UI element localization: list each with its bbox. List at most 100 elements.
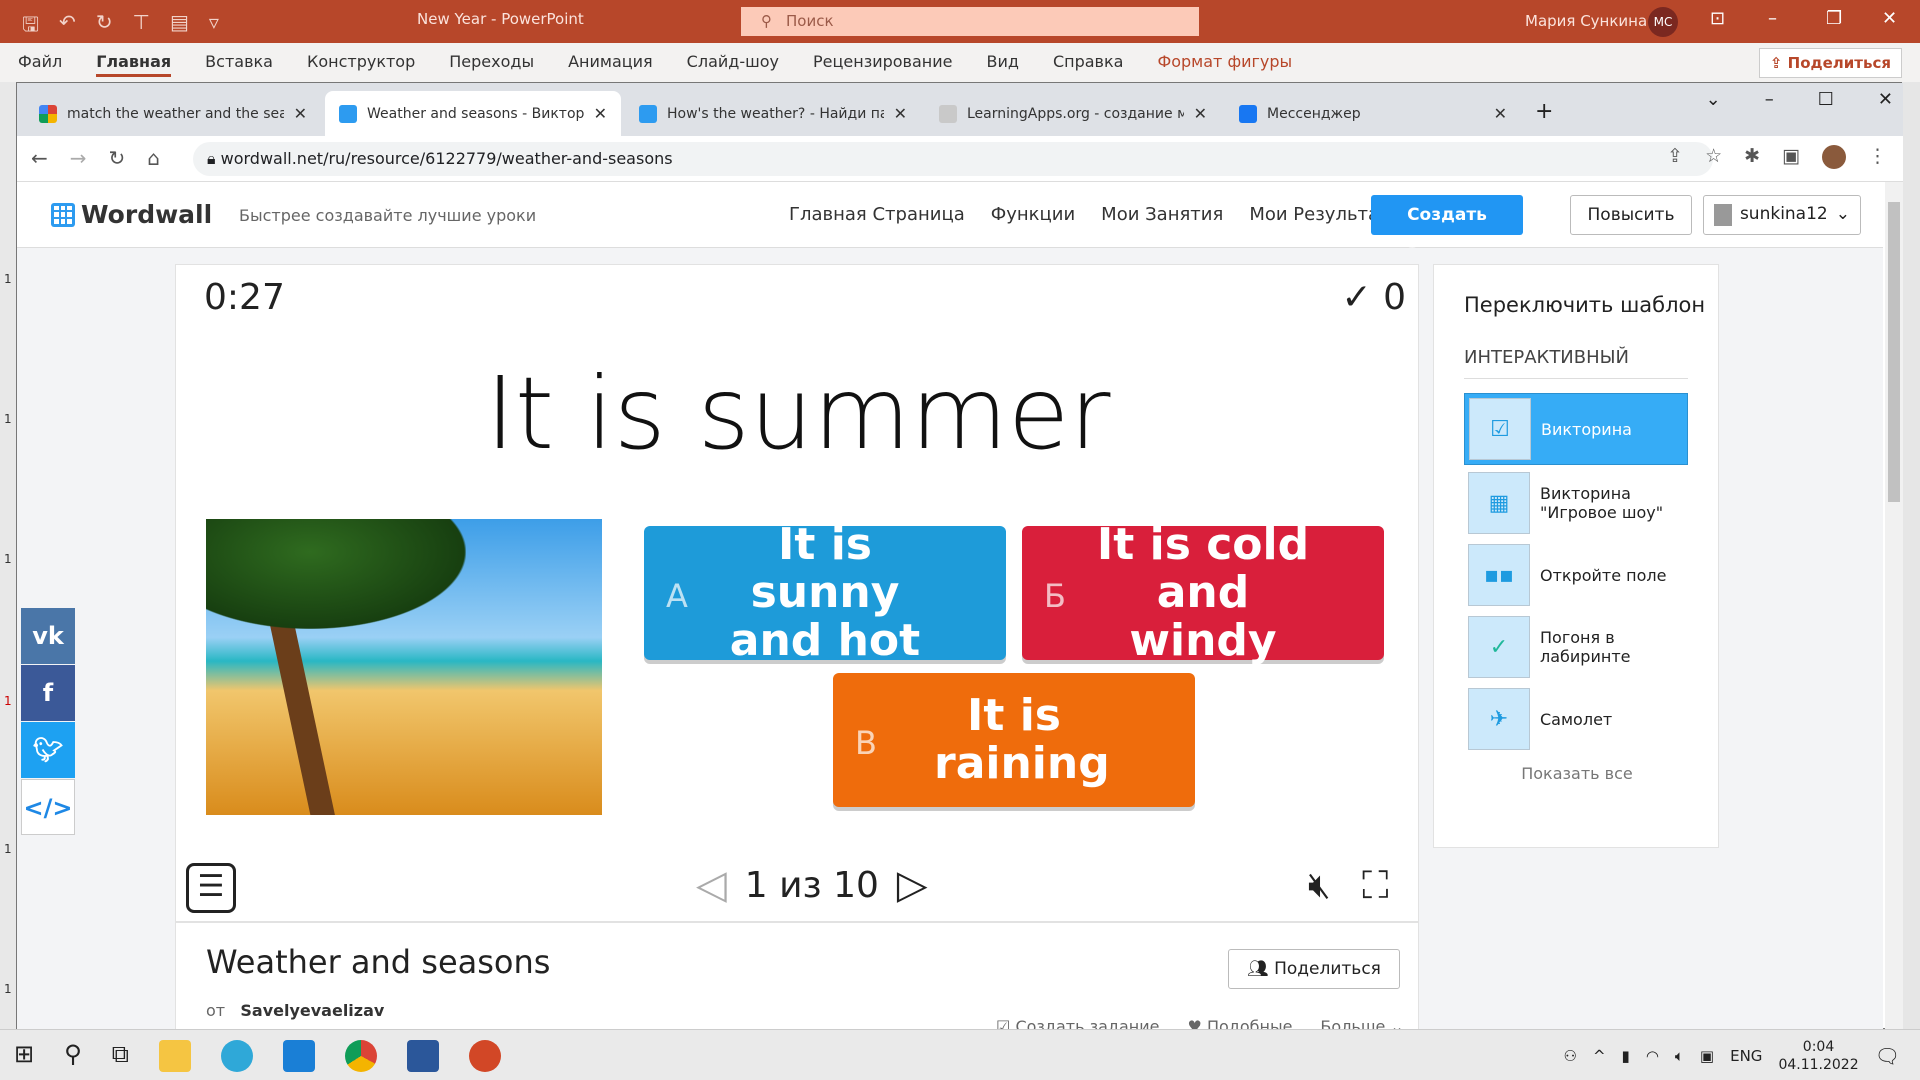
show-all-link[interactable]: Показать все: [1434, 764, 1720, 783]
template-quiz[interactable]: ☑ Викторина: [1464, 393, 1688, 465]
wifi-icon[interactable]: ◠: [1646, 1047, 1659, 1065]
language-indicator[interactable]: ENG: [1730, 1047, 1762, 1065]
create-activity-button[interactable]: Создать Занятие: [1371, 195, 1523, 265]
user-menu-button[interactable]: sunkina12 ⌄: [1703, 195, 1861, 235]
mail-icon[interactable]: [282, 1040, 315, 1072]
back-icon[interactable]: ←: [31, 146, 48, 170]
redo-icon[interactable]: ↻: [96, 10, 113, 44]
ribbon-tab[interactable]: Вставка: [205, 52, 273, 77]
forward-icon[interactable]: →: [70, 146, 87, 170]
minimize-icon[interactable]: –: [1765, 89, 1774, 110]
scrollbar[interactable]: [1885, 182, 1903, 1030]
chrome-icon[interactable]: [344, 1040, 377, 1072]
close-tab-icon[interactable]: ✕: [294, 104, 307, 123]
browser-tab[interactable]: How's the weather? - Найди пар ✕: [625, 91, 921, 136]
share-button[interactable]: 👥︎ Поделиться: [1228, 949, 1400, 989]
answer-a-button[interactable]: A It is sunny and hot: [644, 521, 1006, 665]
tray-chevron-icon[interactable]: ^: [1593, 1047, 1606, 1065]
template-gameshow-quiz[interactable]: ▦ Викторина "Игровое шоу": [1464, 467, 1688, 539]
scrollbar-thumb[interactable]: [1888, 202, 1900, 502]
nav-features[interactable]: Функции: [991, 204, 1075, 225]
minimize-icon[interactable]: –: [1768, 8, 1777, 29]
upgrade-button[interactable]: Повысить: [1570, 195, 1692, 235]
answer-c-button[interactable]: В It is raining: [833, 673, 1195, 807]
ribbon-tab[interactable]: Справка: [1053, 52, 1124, 77]
word-icon[interactable]: [406, 1040, 439, 1072]
file-explorer-icon[interactable]: [158, 1040, 191, 1072]
ribbon-tab[interactable]: Переходы: [449, 52, 534, 77]
side-panel-icon[interactable]: ▣: [1782, 145, 1800, 169]
save-icon[interactable]: 🖫: [22, 10, 39, 44]
ribbon-display-icon[interactable]: ⊡: [1710, 8, 1725, 29]
edge-icon[interactable]: [220, 1040, 253, 1072]
wordwall-logo[interactable]: Wordwall: [51, 200, 212, 229]
template-label: Самолет: [1540, 709, 1613, 729]
switch-template-panel: Переключить шаблон ИНТЕРАКТИВНЫЙ ☑ Виктор…: [1433, 264, 1719, 848]
twitter-share-button[interactable]: 🐦︎: [21, 722, 75, 778]
ribbon-tab[interactable]: Формат фигуры: [1157, 52, 1292, 77]
share-button[interactable]: ⇪ Поделиться: [1758, 48, 1902, 78]
tab-search-icon[interactable]: ⌄: [1706, 89, 1721, 110]
undo-icon[interactable]: ↶: [59, 10, 76, 44]
customize-icon[interactable]: ▿: [209, 10, 219, 44]
search-icon[interactable]: ⚲: [64, 1040, 82, 1072]
share-page-icon[interactable]: ⇪: [1667, 145, 1683, 169]
close-tab-icon[interactable]: ✕: [894, 104, 907, 123]
maximize-icon[interactable]: ☐: [1818, 89, 1834, 110]
slideshow-icon[interactable]: ⊤: [133, 10, 150, 44]
powerpoint-icon[interactable]: [468, 1040, 501, 1072]
browser-tab[interactable]: LearningApps.org - создание му ✕: [925, 91, 1221, 136]
url-bar[interactable]: 🔒︎ wordwall.net/ru/resource/6122779/weat…: [193, 142, 1713, 176]
menu-icon[interactable]: ☰: [186, 863, 236, 913]
close-icon[interactable]: ✕: [1878, 89, 1893, 110]
embed-button[interactable]: </>: [21, 779, 75, 835]
people-icon[interactable]: ⚇: [1564, 1047, 1577, 1065]
ribbon-tab[interactable]: Вид: [987, 52, 1019, 77]
browser-tab[interactable]: Weather and seasons - Викторин ✕: [325, 91, 621, 136]
answer-b-button[interactable]: Б It is cold and windy: [1022, 521, 1384, 665]
facebook-share-button[interactable]: f: [21, 665, 75, 721]
next-icon[interactable]: ▷: [897, 862, 928, 908]
template-airplane[interactable]: ✈ Самолет: [1464, 683, 1688, 755]
restore-icon[interactable]: ❐: [1826, 8, 1842, 29]
reload-icon[interactable]: ↻: [109, 146, 126, 170]
ribbon-tab[interactable]: Главная: [96, 52, 172, 77]
extensions-icon[interactable]: ✱: [1744, 145, 1760, 169]
clock[interactable]: 0:04 04.11.2022: [1778, 1038, 1858, 1074]
battery-icon[interactable]: ▮: [1622, 1047, 1630, 1065]
browser-tab[interactable]: match the weather and the seaso ✕: [25, 91, 321, 136]
menu-icon[interactable]: ⋮: [1868, 145, 1887, 169]
close-tab-icon[interactable]: ✕: [594, 104, 607, 123]
nav-my-activities[interactable]: Мои Занятия: [1101, 204, 1223, 225]
avatar[interactable]: МС: [1648, 7, 1678, 37]
fullscreen-icon[interactable]: ⛶: [1362, 863, 1389, 908]
close-tab-icon[interactable]: ✕: [1194, 104, 1207, 123]
new-tab-button[interactable]: +: [1535, 99, 1553, 124]
vk-share-button[interactable]: vk: [21, 608, 75, 664]
meet-icon[interactable]: ▣: [1700, 1047, 1714, 1065]
ribbon-tab[interactable]: Файл: [18, 52, 62, 77]
close-icon[interactable]: ✕: [1882, 8, 1897, 29]
notifications-icon[interactable]: 🗨︎: [1875, 1044, 1900, 1068]
author-link[interactable]: Savelyevaelizav: [240, 1001, 384, 1020]
open-box-icon: ▪▪: [1468, 544, 1530, 606]
profile-avatar[interactable]: [1822, 145, 1846, 169]
ribbon-tab[interactable]: Слайд-шоу: [687, 52, 779, 77]
browser-tab[interactable]: Мессенджер ✕: [1225, 91, 1521, 136]
volume-icon[interactable]: 🔈︎: [1675, 1047, 1684, 1065]
start-icon[interactable]: ⊞: [14, 1040, 34, 1072]
home-icon[interactable]: ⌂: [147, 146, 160, 170]
layout-icon[interactable]: ▤: [170, 10, 189, 44]
template-maze-chase[interactable]: ✓ Погоня в лабиринте: [1464, 611, 1688, 683]
search-input[interactable]: ⚲ Поиск: [741, 7, 1199, 36]
bookmark-star-icon[interactable]: ☆: [1705, 145, 1722, 169]
close-tab-icon[interactable]: ✕: [1494, 104, 1507, 123]
ribbon-tab[interactable]: Конструктор: [307, 52, 415, 77]
mute-icon[interactable]: 🔇︎: [1308, 865, 1331, 907]
previous-icon[interactable]: ◁: [696, 862, 727, 908]
ribbon-tab[interactable]: Рецензирование: [813, 52, 952, 77]
nav-home[interactable]: Главная Страница: [789, 204, 965, 225]
template-open-box[interactable]: ▪▪ Откройте поле: [1464, 539, 1688, 611]
ribbon-tab[interactable]: Анимация: [568, 52, 653, 77]
task-view-icon[interactable]: ⧉: [112, 1040, 129, 1072]
